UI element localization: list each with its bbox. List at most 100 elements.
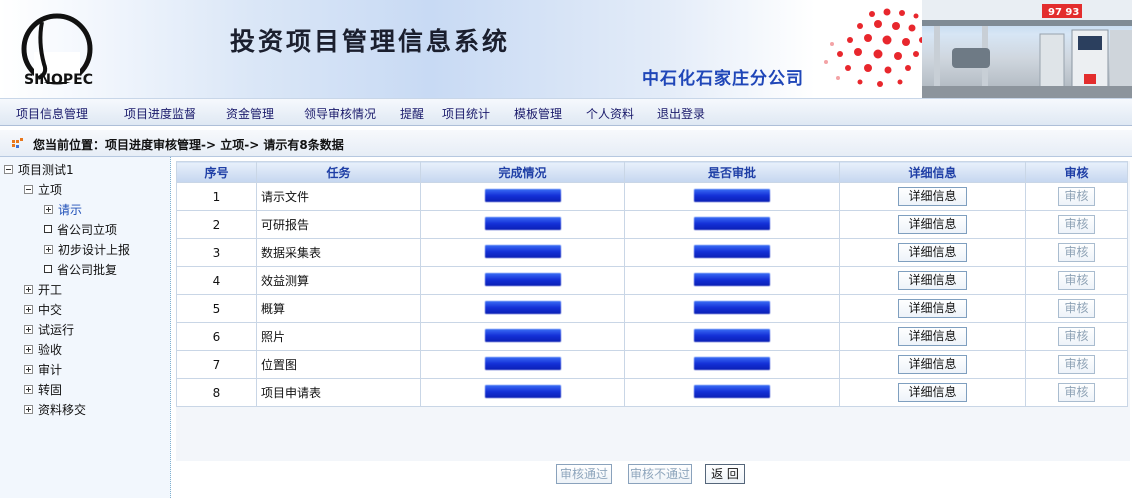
- row-number: 1: [176, 182, 257, 211]
- tree-node-preliminary-design[interactable]: 初步设计上报: [44, 240, 130, 258]
- detail-button[interactable]: 详细信息: [898, 187, 967, 206]
- audit-button[interactable]: 审核: [1058, 299, 1095, 318]
- audit-button[interactable]: 审核: [1058, 355, 1095, 374]
- audit-button[interactable]: 审核: [1058, 327, 1095, 346]
- tree-node-audit[interactable]: 审计: [24, 360, 62, 378]
- main-panel: 序号 任务 完成情况 是否审批 详细信息 审核 1 请示文件 详细信息 审核 2…: [172, 157, 1132, 498]
- sinopec-logo: SINOPEC: [21, 13, 93, 88]
- row-number: 3: [176, 238, 257, 267]
- tree-node-doc-handover[interactable]: 资料移交: [24, 400, 86, 418]
- approval-status-bar: [694, 328, 770, 342]
- audit-button[interactable]: 审核: [1058, 271, 1095, 290]
- tree-node-province-reply[interactable]: 省公司批复: [44, 260, 117, 278]
- tree-node-province-approval[interactable]: 省公司立项: [44, 220, 117, 238]
- completion-status-bar: [484, 356, 561, 370]
- col-header-audit: 审核: [1025, 161, 1128, 183]
- tree-node-transfer-fixed[interactable]: 转固: [24, 380, 62, 398]
- approve-button[interactable]: 审核通过: [556, 464, 612, 484]
- tree-node-acceptance[interactable]: 验收: [24, 340, 62, 358]
- tree-label: 初步设计上报: [58, 242, 131, 257]
- nav-item-project-stats[interactable]: 项目统计: [442, 105, 490, 122]
- audit-button[interactable]: 审核: [1058, 383, 1095, 402]
- collapse-icon[interactable]: [4, 164, 13, 174]
- audit-cell: 审核: [1025, 266, 1128, 295]
- tree-root[interactable]: 项目测试1: [4, 160, 74, 178]
- nav-item-leader-review[interactable]: 领导审核情况: [304, 105, 376, 122]
- expand-icon[interactable]: [44, 204, 53, 214]
- audit-button[interactable]: 审核: [1058, 187, 1095, 206]
- col-header-task: 任务: [256, 161, 421, 183]
- detail-button[interactable]: 详细信息: [898, 243, 967, 262]
- expand-icon[interactable]: [24, 324, 33, 334]
- tree-node-kaigong[interactable]: 开工: [24, 280, 62, 298]
- table-row: 7 位置图 详细信息 审核: [176, 350, 1128, 379]
- completion-status-bar: [484, 328, 561, 342]
- approval-status-bar: [694, 216, 770, 230]
- tree-node-zhongjiao[interactable]: 中交: [24, 300, 62, 318]
- completion-status-bar: [484, 216, 561, 230]
- detail-button[interactable]: 详细信息: [898, 383, 967, 402]
- tree-node-qingshi[interactable]: 请示: [44, 200, 82, 218]
- back-button[interactable]: 返 回: [705, 464, 745, 484]
- audit-cell: 审核: [1025, 378, 1128, 407]
- audit-cell: 审核: [1025, 350, 1128, 379]
- completion-cell: [420, 266, 625, 295]
- detail-cell: 详细信息: [839, 266, 1026, 295]
- expand-icon[interactable]: [24, 404, 33, 414]
- audit-button[interactable]: 审核: [1058, 243, 1095, 262]
- task-name: 概算: [256, 294, 421, 323]
- task-name: 照片: [256, 322, 421, 351]
- approval-cell: [624, 238, 840, 267]
- expand-icon[interactable]: [24, 284, 33, 294]
- audit-button[interactable]: 审核: [1058, 215, 1095, 234]
- tree-node-trial-run[interactable]: 试运行: [24, 320, 74, 338]
- tree-label: 验收: [38, 342, 63, 357]
- detail-button[interactable]: 详细信息: [898, 271, 967, 290]
- approval-cell: [624, 266, 840, 295]
- table-row: 5 概算 详细信息 审核: [176, 294, 1128, 323]
- approval-cell: [624, 182, 840, 211]
- task-name: 可研报告: [256, 210, 421, 239]
- completion-status-bar: [484, 188, 561, 202]
- tree-node-lixiang[interactable]: 立项: [24, 180, 62, 198]
- approval-cell: [624, 294, 840, 323]
- reject-button[interactable]: 审核不通过: [628, 464, 692, 484]
- row-number: 7: [176, 350, 257, 379]
- completion-status-bar: [484, 272, 561, 286]
- tree-label: 开工: [38, 282, 63, 297]
- detail-button[interactable]: 详细信息: [898, 215, 967, 234]
- nav-item-project-info[interactable]: 项目信息管理: [16, 105, 88, 122]
- nav-item-templates[interactable]: 模板管理: [514, 105, 562, 122]
- nav-item-reminders[interactable]: 提醒: [400, 105, 424, 122]
- expand-icon[interactable]: [44, 244, 53, 254]
- expand-icon[interactable]: [24, 304, 33, 314]
- nav-item-progress-supervision[interactable]: 项目进度监督: [124, 105, 196, 122]
- expand-icon[interactable]: [24, 364, 33, 374]
- gas-station-illustration: 97 93: [922, 0, 1132, 98]
- tree-label: 请示: [58, 202, 83, 217]
- nav-item-logout[interactable]: 退出登录: [657, 105, 705, 122]
- detail-cell: 详细信息: [839, 322, 1026, 351]
- expand-icon[interactable]: [24, 384, 33, 394]
- approval-status-bar: [694, 300, 770, 314]
- completion-status-bar: [484, 244, 561, 258]
- nav-item-profile[interactable]: 个人资料: [586, 105, 634, 122]
- row-number: 2: [176, 210, 257, 239]
- task-name: 数据采集表: [256, 238, 421, 267]
- decorative-dots: [824, 8, 925, 87]
- col-header-completion: 完成情况: [420, 161, 625, 183]
- tree-label: 资料移交: [38, 402, 87, 417]
- expand-icon[interactable]: [24, 344, 33, 354]
- tree-label: 转固: [38, 382, 63, 397]
- main-nav: 项目信息管理 项目进度监督 资金管理 领导审核情况 提醒 项目统计 模板管理 个…: [0, 98, 1132, 126]
- collapse-icon[interactable]: [24, 184, 33, 194]
- nav-item-fund-management[interactable]: 资金管理: [226, 105, 274, 122]
- detail-button[interactable]: 详细信息: [898, 299, 967, 318]
- detail-cell: 详细信息: [839, 182, 1026, 211]
- audit-cell: 审核: [1025, 182, 1128, 211]
- detail-button[interactable]: 详细信息: [898, 355, 967, 374]
- completion-cell: [420, 322, 625, 351]
- row-number: 4: [176, 266, 257, 295]
- tree-label: 审计: [38, 362, 63, 377]
- detail-button[interactable]: 详细信息: [898, 327, 967, 346]
